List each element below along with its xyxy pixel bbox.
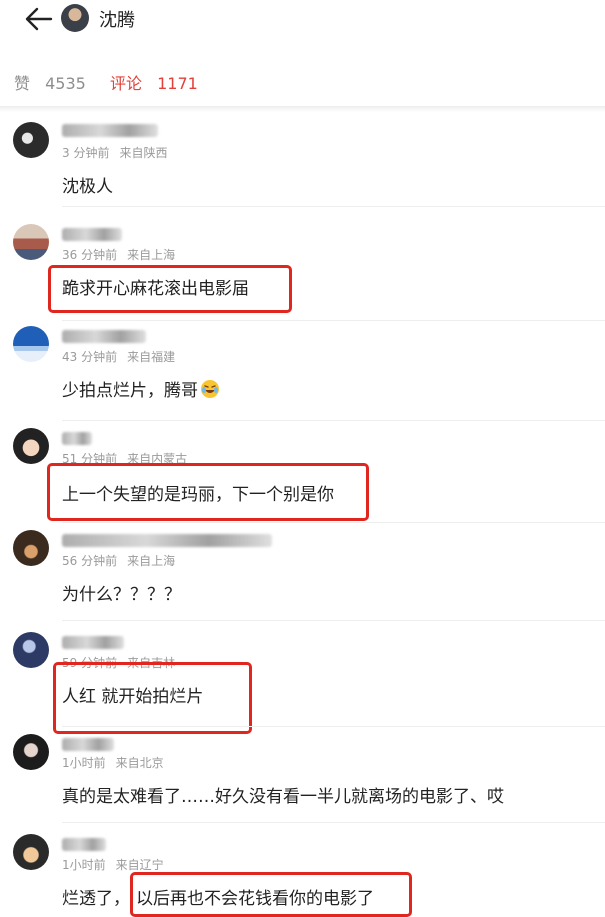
divider xyxy=(62,726,605,727)
comments-label: 评论 xyxy=(110,74,143,93)
comment-meta: 1小时前 来自北京 xyxy=(62,754,164,771)
nickname-blurred[interactable] xyxy=(62,636,124,649)
divider xyxy=(62,320,605,321)
avatar[interactable] xyxy=(61,4,89,32)
comment-meta: 1小时前 来自辽宁 xyxy=(62,856,164,873)
comment-location: 来自辽宁 xyxy=(115,858,164,872)
comment-meta: 36 分钟前 来自上海 xyxy=(62,246,175,263)
comments-count: 1171 xyxy=(157,74,198,93)
divider xyxy=(62,420,605,421)
highlight-box xyxy=(130,872,412,917)
comment-location: 来自北京 xyxy=(115,756,164,770)
avatar[interactable] xyxy=(13,122,49,158)
header-divider xyxy=(0,106,605,112)
arrow-left-icon[interactable] xyxy=(24,6,54,32)
nickname-blurred[interactable] xyxy=(62,432,92,445)
nickname-blurred[interactable] xyxy=(62,228,122,241)
nickname-blurred[interactable] xyxy=(62,738,114,751)
comment-text: 少拍点烂片，腾哥 xyxy=(62,376,220,401)
likes-count: 4535 xyxy=(45,74,86,93)
comment-meta: 56 分钟前 来自上海 xyxy=(62,552,175,569)
nickname-blurred[interactable] xyxy=(62,534,272,547)
comment-meta: 3 分钟前 来自陕西 xyxy=(62,144,167,161)
tab-likes[interactable]: 赞 4535 xyxy=(14,70,86,94)
comment-text: 沈极人 xyxy=(62,177,113,197)
comment-text-prefix: 烂透了， xyxy=(62,889,130,909)
nickname-blurred[interactable] xyxy=(62,124,158,137)
page-title: 沈腾 xyxy=(99,10,135,31)
tab-comments[interactable]: 评论 1171 xyxy=(110,70,198,94)
comment-time: 56 分钟前 xyxy=(62,554,118,568)
comment-text: 为什么？？？？ xyxy=(62,585,181,605)
nickname-blurred[interactable] xyxy=(62,838,106,851)
comment-location: 来自陕西 xyxy=(119,146,168,160)
comment-location: 来自上海 xyxy=(127,248,176,262)
highlight-box xyxy=(53,662,252,734)
avatar[interactable] xyxy=(13,734,49,770)
top-bar: 沈腾 xyxy=(0,0,605,40)
comment-time: 36 分钟前 xyxy=(62,248,118,262)
avatar[interactable] xyxy=(13,632,49,668)
avatar[interactable] xyxy=(13,530,49,566)
comment-location: 来自福建 xyxy=(127,350,176,364)
highlight-box xyxy=(48,265,292,313)
comment-text-content: 少拍点烂片，腾哥 xyxy=(62,381,198,401)
divider xyxy=(62,206,605,207)
divider xyxy=(62,522,605,523)
comment-time: 1小时前 xyxy=(62,858,106,872)
laughing-crying-emoji-icon xyxy=(201,380,219,398)
comment-location: 来自上海 xyxy=(127,554,176,568)
likes-label: 赞 xyxy=(14,74,31,93)
comment-time: 3 分钟前 xyxy=(62,146,110,160)
avatar[interactable] xyxy=(13,428,49,464)
divider xyxy=(62,620,605,621)
comment-time: 1小时前 xyxy=(62,756,106,770)
avatar[interactable] xyxy=(13,326,49,362)
comment-meta: 43 分钟前 来自福建 xyxy=(62,348,175,365)
avatar[interactable] xyxy=(13,224,49,260)
comment-time: 43 分钟前 xyxy=(62,350,118,364)
avatar[interactable] xyxy=(13,834,49,870)
highlight-box xyxy=(47,463,369,521)
stats-tabs: 赞 4535 评论 1171 xyxy=(0,62,605,102)
divider xyxy=(62,822,605,823)
nickname-blurred[interactable] xyxy=(62,330,146,343)
comment-text: 真的是太难看了……好久没有看一半儿就离场的电影了、哎 xyxy=(62,787,504,807)
